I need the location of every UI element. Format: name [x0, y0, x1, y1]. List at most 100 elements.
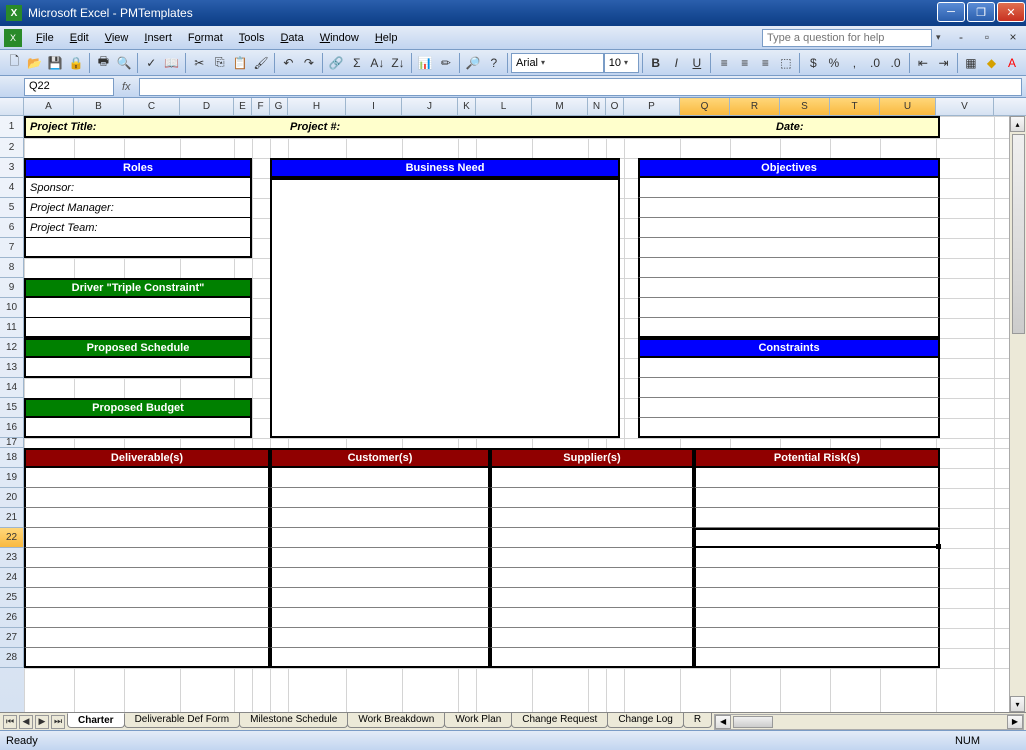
table-cell[interactable]	[694, 568, 940, 588]
tab-next-icon[interactable]: ▶	[35, 715, 49, 729]
row-header[interactable]: 14	[0, 378, 24, 398]
table-cell[interactable]	[270, 508, 490, 528]
table-cell[interactable]	[490, 588, 694, 608]
sheet-tab[interactable]: Change Log	[607, 713, 684, 728]
decrease-indent-icon[interactable]: ⇤	[914, 52, 933, 74]
menu-edit[interactable]: Edit	[62, 29, 97, 47]
paste-icon[interactable]: 📋	[231, 52, 250, 74]
constraints-row[interactable]	[638, 378, 940, 398]
table-cell[interactable]	[490, 468, 694, 488]
constraints-row[interactable]	[638, 358, 940, 378]
sheet-tab[interactable]: Deliverable Def Form	[124, 713, 240, 728]
format-painter-icon[interactable]: 🖌	[252, 52, 271, 74]
help-search-input[interactable]	[762, 29, 932, 47]
menu-data[interactable]: Data	[272, 29, 311, 47]
borders-icon[interactable]: ▦	[962, 52, 981, 74]
close-button[interactable]: ✕	[997, 2, 1025, 22]
autosum-icon[interactable]: Σ	[348, 52, 367, 74]
column-header[interactable]: J	[402, 98, 458, 115]
sheet-tab[interactable]: R	[683, 713, 712, 728]
sort-desc-icon[interactable]: Z↓	[389, 52, 408, 74]
objectives-row[interactable]	[638, 318, 940, 338]
tab-prev-icon[interactable]: ◀	[19, 715, 33, 729]
fx-icon[interactable]: fx	[122, 81, 131, 93]
menu-file[interactable]: File	[28, 29, 62, 47]
table-cell[interactable]	[694, 488, 940, 508]
row-header[interactable]: 4	[0, 178, 24, 198]
save-icon[interactable]: 💾	[46, 52, 65, 74]
cells-area[interactable]: Project Title: Project #: Date: Roles Sp…	[24, 116, 1026, 712]
column-header[interactable]: U	[880, 98, 936, 115]
help-dropdown-icon[interactable]: ▾	[936, 32, 948, 43]
row-header[interactable]: 16	[0, 418, 24, 438]
font-color-icon[interactable]: A	[1003, 52, 1022, 74]
new-icon[interactable]: 🗋	[5, 52, 24, 74]
increase-decimal-icon[interactable]: .0	[866, 52, 885, 74]
sheet-tab[interactable]: Milestone Schedule	[239, 713, 348, 728]
objectives-row[interactable]	[638, 198, 940, 218]
row-header[interactable]: 28	[0, 648, 24, 668]
table-cell[interactable]	[694, 468, 940, 488]
table-cell[interactable]	[24, 608, 270, 628]
column-header[interactable]: E	[234, 98, 252, 115]
row-header[interactable]: 20	[0, 488, 24, 508]
horizontal-scrollbar[interactable]: ◀ ▶	[714, 714, 1024, 730]
scroll-thumb[interactable]	[1012, 134, 1025, 334]
column-header[interactable]: N	[588, 98, 606, 115]
table-cell[interactable]	[24, 528, 270, 548]
name-box[interactable]: Q22	[24, 78, 114, 96]
merge-icon[interactable]: ⬚	[777, 52, 796, 74]
hyperlink-icon[interactable]: 🔗	[327, 52, 346, 74]
column-header[interactable]: P	[624, 98, 680, 115]
sort-asc-icon[interactable]: A↓	[368, 52, 387, 74]
spelling-icon[interactable]: ✓	[142, 52, 161, 74]
table-cell[interactable]	[490, 528, 694, 548]
table-cell[interactable]	[270, 528, 490, 548]
formula-input[interactable]	[139, 78, 1022, 96]
table-cell[interactable]	[270, 468, 490, 488]
scroll-up-icon[interactable]: ▴	[1010, 116, 1025, 132]
column-header[interactable]: A	[24, 98, 74, 115]
table-cell[interactable]	[270, 648, 490, 668]
row-header[interactable]: 5	[0, 198, 24, 218]
table-cell[interactable]	[270, 548, 490, 568]
maximize-button[interactable]: ❐	[967, 2, 995, 22]
column-header[interactable]: K	[458, 98, 476, 115]
sheet-tab[interactable]: Change Request	[511, 713, 608, 728]
row-header[interactable]: 10	[0, 298, 24, 318]
table-cell[interactable]	[490, 488, 694, 508]
font-combo[interactable]: Arial▾	[511, 53, 604, 73]
constraints-row[interactable]	[638, 418, 940, 438]
table-cell[interactable]	[24, 648, 270, 668]
column-header[interactable]: I	[346, 98, 402, 115]
workbook-restore-button[interactable]: ▫	[978, 30, 996, 46]
menu-view[interactable]: View	[97, 29, 137, 47]
column-header[interactable]: F	[252, 98, 270, 115]
row-header[interactable]: 13	[0, 358, 24, 378]
table-cell[interactable]	[694, 588, 940, 608]
table-cell[interactable]	[24, 568, 270, 588]
row-header[interactable]: 7	[0, 238, 24, 258]
column-header[interactable]: G	[270, 98, 288, 115]
increase-indent-icon[interactable]: ⇥	[934, 52, 953, 74]
row-header[interactable]: 11	[0, 318, 24, 338]
menu-window[interactable]: Window	[312, 29, 367, 47]
row-header[interactable]: 24	[0, 568, 24, 588]
driver-row-2[interactable]	[24, 318, 252, 338]
menu-format[interactable]: Format	[180, 29, 231, 47]
menu-tools[interactable]: Tools	[231, 29, 273, 47]
row-header[interactable]: 19	[0, 468, 24, 488]
table-cell[interactable]	[270, 588, 490, 608]
table-cell[interactable]	[694, 508, 940, 528]
driver-row-1[interactable]	[24, 298, 252, 318]
row-header[interactable]: 9	[0, 278, 24, 298]
column-header[interactable]: Q	[680, 98, 730, 115]
objectives-row[interactable]	[638, 258, 940, 278]
table-cell[interactable]	[24, 488, 270, 508]
redo-icon[interactable]: ↷	[300, 52, 319, 74]
table-cell[interactable]	[270, 608, 490, 628]
row-header[interactable]: 17	[0, 438, 24, 448]
table-cell[interactable]	[694, 628, 940, 648]
vertical-scrollbar[interactable]: ▴ ▾	[1009, 116, 1026, 712]
table-cell[interactable]	[490, 568, 694, 588]
